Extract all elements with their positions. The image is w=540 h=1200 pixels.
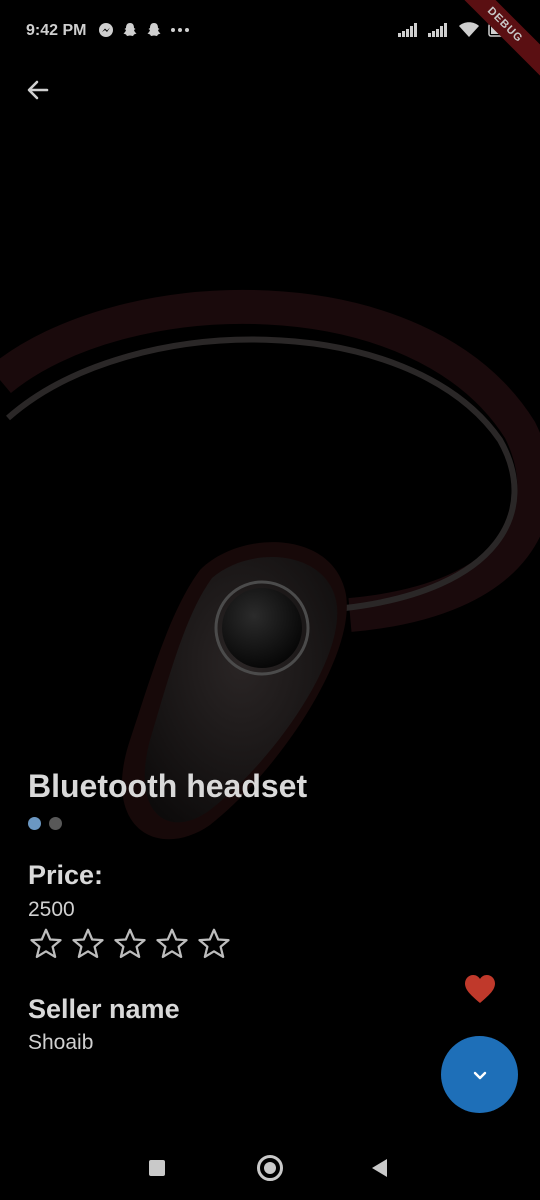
star-icon[interactable] — [154, 926, 190, 962]
image-dot[interactable] — [49, 817, 62, 830]
status-time: 9:42 PM — [26, 22, 87, 39]
product-title: Bluetooth headset — [28, 768, 308, 804]
back-icon[interactable] — [372, 1159, 387, 1177]
snapchat-icon — [146, 22, 162, 43]
star-icon[interactable] — [196, 926, 232, 962]
image-dot-active[interactable] — [28, 817, 41, 830]
snapchat-icon — [122, 22, 138, 43]
wifi-icon — [458, 22, 480, 43]
messenger-icon — [98, 22, 114, 43]
home-icon[interactable] — [257, 1155, 283, 1181]
star-icon[interactable] — [70, 926, 106, 962]
heart-icon — [465, 975, 495, 1003]
recent-apps-icon[interactable] — [149, 1160, 165, 1176]
more-dots-icon — [170, 22, 190, 43]
star-icon[interactable] — [112, 926, 148, 962]
rating-stars[interactable] — [28, 926, 232, 962]
signal-icon — [398, 23, 420, 42]
arrow-left-icon — [27, 80, 49, 100]
back-button[interactable] — [20, 72, 56, 108]
status-bar: 9:42 PM — [0, 0, 540, 64]
seller-label: Seller name — [28, 994, 180, 1024]
seller-name: Shoaib — [28, 1031, 94, 1054]
home-icon-dot — [264, 1162, 276, 1174]
system-nav-bar — [0, 1140, 540, 1200]
price-label: Price: — [28, 860, 104, 890]
star-icon[interactable] — [28, 926, 64, 962]
image-indicator — [28, 817, 62, 830]
chevron-down-icon — [473, 1071, 486, 1079]
expand-fab[interactable] — [441, 1036, 518, 1113]
price-value: 2500 — [28, 898, 75, 921]
notification-icons — [98, 22, 190, 43]
signal-icon — [428, 23, 450, 42]
favorite-button[interactable] — [462, 972, 498, 1006]
